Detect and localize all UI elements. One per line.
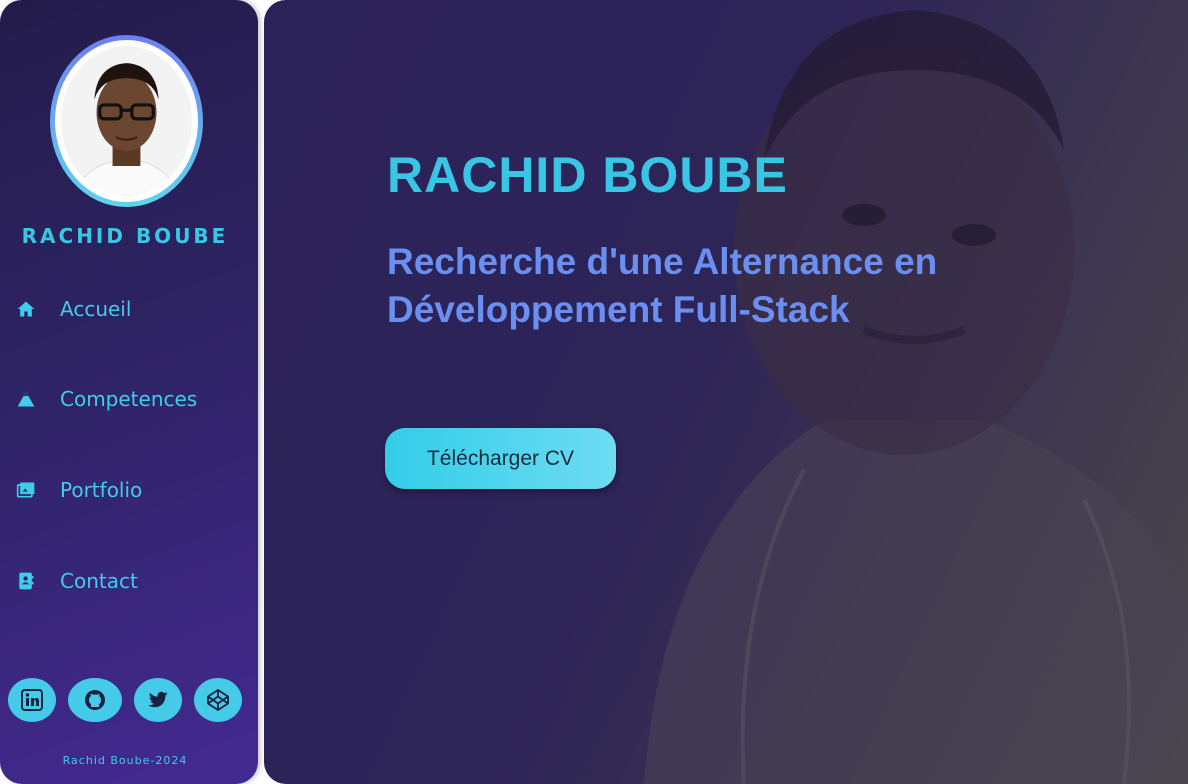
profile-photo xyxy=(61,46,192,196)
nav-item-contact[interactable]: Contact xyxy=(16,569,138,593)
twitter-icon xyxy=(148,691,168,708)
nav-item-accueil[interactable]: Accueil xyxy=(16,297,131,321)
nav-label: Contact xyxy=(60,569,138,593)
home-icon xyxy=(17,301,35,317)
contact-book-icon xyxy=(19,572,34,590)
nav-label: Competences xyxy=(60,387,198,411)
social-links xyxy=(8,678,242,722)
codepen-icon xyxy=(207,689,229,711)
twitter-link[interactable] xyxy=(134,678,182,722)
download-cv-button[interactable]: Télécharger CV xyxy=(385,428,616,489)
sidebar: RACHID BOUBE Accueil Competences Portfol… xyxy=(0,0,258,784)
nav-item-portfolio[interactable]: Portfolio xyxy=(16,478,142,502)
github-link[interactable] xyxy=(68,678,122,722)
footer-copyright: Rachid Boube-2024 xyxy=(62,754,188,767)
codepen-link[interactable] xyxy=(194,678,242,722)
nav-label: Portfolio xyxy=(60,478,143,502)
mountain-icon xyxy=(17,391,35,407)
hero-title: RACHID BOUBE xyxy=(387,147,788,203)
images-icon xyxy=(16,482,35,498)
avatar xyxy=(50,35,203,207)
sidebar-name: RACHID BOUBE xyxy=(21,224,229,248)
linkedin-link[interactable] xyxy=(8,678,56,722)
hero-subtitle: Recherche d'une Alternance en Développem… xyxy=(387,241,938,330)
github-icon xyxy=(85,690,105,710)
hero-section: RACHID BOUBE Recherche d'une Alternance … xyxy=(264,0,1188,784)
nav-label: Accueil xyxy=(60,297,132,321)
hero-background-photo xyxy=(644,10,1188,784)
nav-item-competences[interactable]: Competences xyxy=(16,387,197,411)
linkedin-icon xyxy=(21,689,43,711)
